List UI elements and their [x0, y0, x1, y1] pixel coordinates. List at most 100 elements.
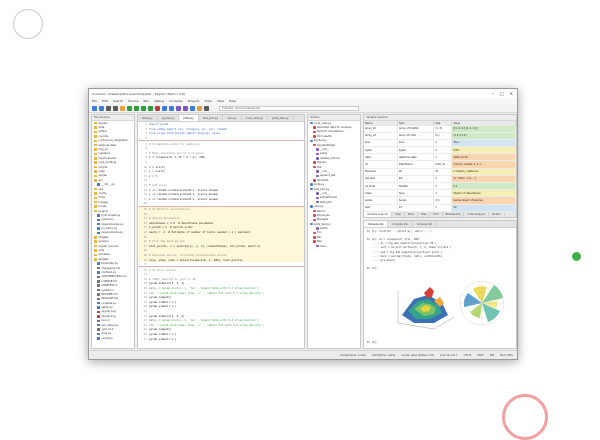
variable-row[interactable]: filename str 31 C:\Users\...\data.csv [364, 168, 516, 176]
editor-tab[interactable]: vars.py [223, 115, 242, 121]
folder-icon [94, 179, 97, 182]
minimize-button[interactable]: – [492, 91, 494, 96]
variable-value: 10 [451, 204, 516, 212]
toolbar-icon[interactable] [99, 105, 104, 111]
menu-item-file[interactable]: File [92, 99, 97, 103]
toolbar-icon[interactable] [127, 105, 132, 111]
variable-row[interactable]: bytes bytes 4 b'Mr. ' [364, 146, 516, 155]
variable-type: str [397, 168, 435, 176]
class-icon [313, 165, 316, 169]
menu-item-search[interactable]: Search [113, 99, 123, 103]
toolbar-icon[interactable] [148, 105, 153, 111]
console-tab[interactable]: Console 1/A [364, 221, 389, 227]
variable-row[interactable]: array_2d Array of float64 (3, 3) [[1. 0. 0.… [364, 125, 516, 133]
code-text: pylab.legend() [149, 327, 172, 332]
toolbar-icon[interactable] [113, 105, 118, 111]
variable-type: Array of float64 [397, 125, 435, 133]
toolbar-icon[interactable] [169, 105, 174, 111]
variable-row[interactable]: bool bool 1 True [364, 139, 516, 148]
right-pane-tab[interactable]: Files [418, 212, 431, 217]
menu-item-source[interactable]: Source [128, 99, 138, 103]
line-number: 29 [143, 252, 147, 257]
toolbar-icon[interactable] [197, 105, 202, 111]
console-tab[interactable]: Console 2/A [388, 221, 413, 227]
code-text: from scipy.interpolate import splprep, s… [149, 131, 221, 136]
variable-row[interactable]: test int 1 10 [364, 204, 516, 212]
menu-item-run[interactable]: Run [143, 99, 149, 103]
maximize-button[interactable]: □ [500, 91, 504, 96]
variable-row[interactable]: list_test list 5 [1, 'Hello', 3.4, ...] [364, 175, 516, 184]
class-icon [313, 126, 316, 129]
toolbar-icon[interactable] [176, 105, 181, 111]
file-item-label: workers [98, 240, 109, 244]
right-pane-tab[interactable]: Plots [405, 212, 418, 217]
editor-tab[interactable]: test_plot.py [199, 115, 224, 121]
decorative-green-dot [572, 252, 581, 261]
variable-name: Class [364, 189, 398, 198]
folder-icon [94, 258, 97, 261]
variable-row[interactable]: date datetime.date 1 2021-01-01 [364, 153, 516, 162]
variable-row[interactable]: np_float float64 1 0.1 [364, 182, 516, 191]
editor-tab[interactable]: plots_test.py [268, 115, 294, 121]
file-item-label: script.py [101, 336, 113, 340]
window-title: C:\Users\...\Desktop\Documents\Spyder – … [92, 91, 185, 96]
line-number: 8 [145, 155, 147, 160]
close-button[interactable]: ✕ [510, 91, 513, 96]
menu-item-projects[interactable]: Projects [188, 99, 200, 103]
outline-item-label: test_plot [320, 200, 332, 204]
editor-tab[interactable]: code_cells.py [242, 115, 268, 121]
variable-row[interactable]: df DataFrame (100, 3) Column names: a, b, c [364, 160, 516, 169]
file-item-label: dependencies.py [101, 222, 124, 226]
toolbar-icon[interactable] [120, 105, 125, 111]
toolbar-icon[interactable] [190, 105, 195, 111]
editor-tab[interactable]: temp.py [138, 115, 158, 121]
code-text: fit, = pylab.plot(xnew, ynew, 'r-', labe… [149, 290, 264, 295]
variable-value: [1, 'Hello', 3.4, ...] [451, 175, 516, 184]
menu-item-debug[interactable]: Debug [154, 99, 164, 103]
toolbar-icon[interactable] [204, 105, 209, 111]
editor-tab[interactable]: plots.py [179, 115, 199, 121]
folder-icon [94, 161, 97, 164]
menu-item-view[interactable]: View [217, 99, 224, 103]
file-item-label: app [98, 187, 104, 191]
toolbar-icon[interactable] [141, 105, 146, 111]
menu-item-edit[interactable]: Edit [102, 99, 108, 103]
class-icon [313, 218, 316, 222]
editor-tab[interactable]: spyder.py [158, 115, 180, 121]
right-pane-tab[interactable]: Find [430, 212, 443, 217]
variable-row[interactable]: array_int Array of int32 (5,) [1 2 3 4 5] [364, 132, 516, 140]
code-text: x = sin(t) [149, 164, 166, 169]
toolbar-icon[interactable] [155, 105, 160, 111]
code-text: # Make ascending spiral in 3-space [149, 150, 205, 155]
right-pane-tab[interactable]: Help [392, 212, 405, 217]
file-item-label: spyder.png [101, 310, 116, 314]
variable-row[interactable]: series Series (3,) Series object of pandas [364, 196, 516, 205]
console-tab[interactable]: Console 3/A [413, 221, 438, 227]
outline-item-label: Plot results [317, 134, 332, 138]
file-item[interactable]: script.py [92, 336, 134, 340]
toolbar-icon[interactable] [134, 105, 139, 111]
function-icon [316, 152, 319, 156]
working-directory-path[interactable]: C:\Users\...\Documents\spyder [219, 105, 359, 111]
outline-item[interactable]: main [308, 244, 360, 248]
console-prompt[interactable]: In [4]: [364, 341, 378, 345]
right-pane-tab[interactable]: Profiler [489, 212, 505, 217]
menu-item-help[interactable]: Help [229, 99, 236, 103]
right-pane-tab[interactable]: Code Analysis [464, 212, 489, 217]
toolbar-icon[interactable] [183, 105, 188, 111]
right-pane-tab[interactable]: Breakpoints [443, 212, 465, 217]
variable-name: test [364, 204, 398, 212]
toolbar-icon[interactable] [92, 105, 97, 111]
code-area[interactable]: 1 import pylab 2 from numpy import cos, lin… [138, 122, 304, 348]
right-pane-tab[interactable]: Variable explorer [364, 212, 393, 217]
variable-row[interactable]: Class type 1 Object of class Person [364, 189, 516, 198]
toolbar-icon[interactable] [106, 105, 111, 111]
file-list: Spyder data github .vscode continuous_integr… [92, 121, 134, 341]
outline-item-label: Person [317, 209, 326, 213]
toolbar-icon[interactable] [162, 105, 167, 111]
menu-item-consoles[interactable]: Consoles [169, 99, 182, 103]
menu-item-tools[interactable]: Tools [204, 99, 211, 103]
variable-value: Object of class Person [451, 189, 516, 198]
file-icon [97, 332, 100, 336]
surface-plot-3d [397, 287, 455, 330]
